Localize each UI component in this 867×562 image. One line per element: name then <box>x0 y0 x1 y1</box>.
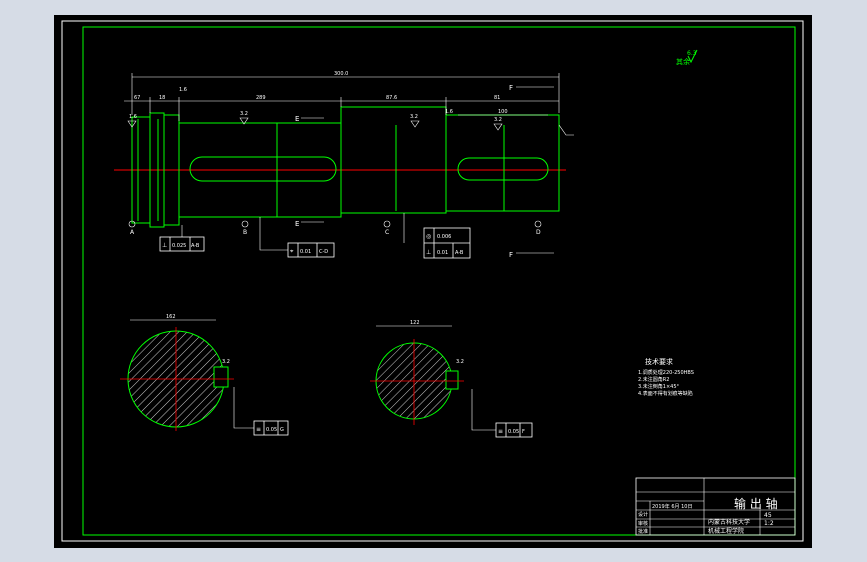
svg-text:0.006: 0.006 <box>437 234 451 240</box>
svg-text:⊥: ⊥ <box>426 249 431 256</box>
svg-text:3.2: 3.2 <box>456 359 464 365</box>
dim-seg-middle: 289 <box>256 95 266 101</box>
title-block: 输 出 轴 内蒙古科技大学 机械工程学院 2019年 6月 10日 设计 审核 … <box>635 477 796 536</box>
svg-text:1.6: 1.6 <box>179 87 187 93</box>
drawing-canvas[interactable]: 其余 6.3 300.0 67 18 289 87.6 81 100 E E F… <box>54 15 812 548</box>
dim-seg-left-1: 67 <box>134 95 140 101</box>
svg-text:≡: ≡ <box>498 428 503 435</box>
tolerance-frame-1: ⊥ 0.025 A-B <box>159 236 205 252</box>
svg-text:批准: 批准 <box>638 528 648 535</box>
roughness-value: 6.3 <box>687 50 697 57</box>
note-line-2: 2.未注圆角R2 <box>638 376 669 383</box>
inner-border <box>82 26 796 536</box>
note-line-4: 4.表面不得有划痕等缺陷 <box>638 390 693 397</box>
svg-text:C: C <box>385 229 389 236</box>
note-line-3: 3.未注倒角1×45° <box>638 383 680 390</box>
svg-text:设计: 设计 <box>638 511 648 518</box>
svg-text:⌖: ⌖ <box>290 248 294 255</box>
svg-text:F: F <box>522 429 525 435</box>
cad-viewport: 其余 6.3 300.0 67 18 289 87.6 81 100 E E F… <box>0 0 867 562</box>
svg-text:0.025: 0.025 <box>172 243 186 249</box>
tolerance-frame-2: ⌖ 0.01 C-D <box>287 242 335 258</box>
roughness-label-zh: 其余 <box>676 57 690 66</box>
section-e-bottom: E <box>295 220 299 228</box>
dim-seg-right-2: 81 <box>494 95 500 101</box>
section-f-bottom: F <box>509 251 513 259</box>
svg-text:1.6: 1.6 <box>129 114 137 120</box>
tolerance-frame-3: ◎ 0.006 ⊥ 0.01 A-B <box>423 227 471 259</box>
section-view-right: 122 3.2 ≡ 0.05 F <box>370 320 533 438</box>
svg-text:A-B: A-B <box>455 250 464 256</box>
general-roughness-mark: 其余 6.3 <box>676 49 698 66</box>
keyway-right <box>457 157 549 181</box>
title-school: 内蒙古科技大学 <box>708 518 750 526</box>
svg-text:⊥: ⊥ <box>162 242 167 249</box>
svg-text:◎: ◎ <box>426 233 431 240</box>
section-view-left: 162 3.2 ≡ 0.05 G <box>120 314 289 436</box>
svg-text:G: G <box>280 427 284 433</box>
svg-text:1.6: 1.6 <box>445 109 453 115</box>
outer-frame <box>61 20 804 542</box>
title-dept: 机械工程学院 <box>708 527 744 535</box>
dim-overall: 300.0 <box>334 71 348 77</box>
svg-text:B: B <box>243 229 247 236</box>
section-f-top: F <box>509 84 513 92</box>
svg-text:≡: ≡ <box>256 426 261 433</box>
svg-text:D: D <box>536 229 541 236</box>
svg-text:A: A <box>130 229 135 236</box>
svg-text:A-B: A-B <box>191 243 200 249</box>
dim-section-right: 122 <box>410 320 420 326</box>
section-e-top: E <box>295 115 299 123</box>
keyway-left <box>189 156 337 182</box>
svg-text:0.01: 0.01 <box>437 250 448 256</box>
title-part-name: 输 出 轴 <box>734 496 778 511</box>
title-material: 45 <box>764 512 772 519</box>
note-line-1: 1.调质处理220-250HBS <box>638 369 694 376</box>
dim-seg-left-2: 18 <box>159 95 165 101</box>
drawing-svg: 其余 6.3 300.0 67 18 289 87.6 81 100 E E F… <box>61 20 804 542</box>
title-scale: 1:2 <box>764 520 774 527</box>
dim-seg-right-1: 87.6 <box>386 95 397 101</box>
datum-symbols: A B C D <box>128 220 542 236</box>
technical-requirements: 技术要求 1.调质处理220-250HBS 2.未注圆角R2 3.未注倒角1×4… <box>638 357 694 397</box>
svg-text:审核: 审核 <box>638 520 648 527</box>
dim-keyway-right: 100 <box>498 109 508 115</box>
shaft-main-view <box>114 106 566 228</box>
svg-text:3.2: 3.2 <box>222 359 230 365</box>
svg-text:3.2: 3.2 <box>240 111 248 117</box>
svg-text:3.2: 3.2 <box>410 114 418 120</box>
dim-section-left: 162 <box>166 314 176 320</box>
svg-text:0.05: 0.05 <box>508 429 519 435</box>
svg-text:3.2: 3.2 <box>494 117 502 123</box>
notes-title: 技术要求 <box>645 357 673 366</box>
svg-text:0.05: 0.05 <box>266 427 277 433</box>
leader-lines <box>181 124 574 251</box>
title-date: 2019年 6月 10日 <box>652 503 692 510</box>
svg-text:C-D: C-D <box>319 249 328 255</box>
svg-text:0.01: 0.01 <box>300 249 311 255</box>
